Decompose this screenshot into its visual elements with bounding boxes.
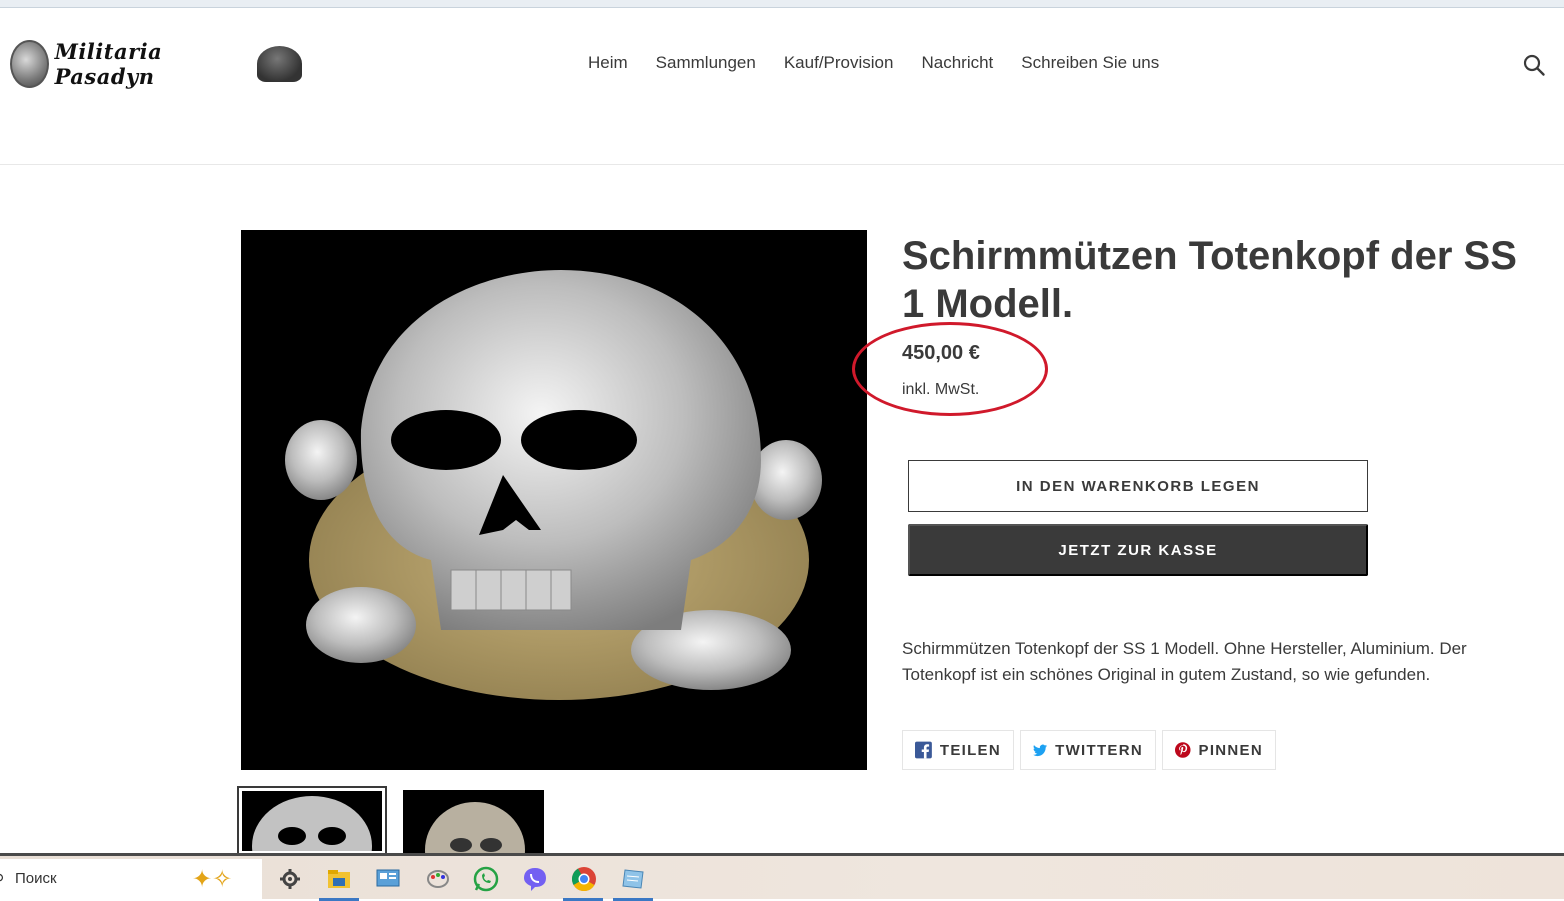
file-explorer-icon[interactable] <box>325 865 353 893</box>
twitter-icon <box>1033 744 1048 756</box>
thumbnail-skull-side-image <box>425 802 525 856</box>
share-facebook-button[interactable]: TEILEN <box>902 730 1014 770</box>
browser-top-strip <box>0 0 1564 8</box>
logo-helmet-icon <box>256 46 302 82</box>
share-twitter-label: TWITTERN <box>1055 741 1143 759</box>
share-twitter-button[interactable]: TWITTERN <box>1020 730 1156 770</box>
add-to-cart-button[interactable]: IN DEN WARENKORB LEGEN <box>908 460 1368 512</box>
annotation-circle <box>852 322 1048 416</box>
settings-icon[interactable] <box>276 865 304 893</box>
os-taskbar: ⚲ Поиск ✦✧ <box>0 853 1564 901</box>
share-pinterest-label: PINNEN <box>1198 741 1263 759</box>
product-thumbnail-1[interactable] <box>237 786 387 856</box>
nav-item-schreiben-sie-uns[interactable]: Schreiben Sie uns <box>1021 53 1159 73</box>
product-thumbnail-2[interactable] <box>403 790 544 856</box>
nav-item-sammlungen[interactable]: Sammlungen <box>656 53 756 73</box>
whatsapp-icon[interactable] <box>472 865 500 893</box>
share-facebook-label: TEILEN <box>939 741 1001 759</box>
facebook-icon <box>915 741 932 759</box>
taskbar-search-box[interactable]: ⚲ Поиск ✦✧ <box>0 859 262 899</box>
search-icon: ⚲ <box>0 871 4 888</box>
site-logo[interactable]: Militaria Pasadyn <box>10 39 302 89</box>
notes-icon[interactable] <box>619 865 647 893</box>
nav-item-kauf-provision[interactable]: Kauf/Provision <box>784 53 894 73</box>
product-description: Schirmmützen Totenkopf der SS 1 Modell. … <box>902 639 1467 684</box>
nav-item-heim[interactable]: Heim <box>588 53 628 73</box>
pinterest-icon <box>1175 742 1191 758</box>
paint-icon[interactable] <box>424 865 452 893</box>
share-pinterest-button[interactable]: PINNEN <box>1162 730 1276 770</box>
nav-item-nachricht[interactable]: Nachricht <box>921 53 993 73</box>
logo-medal-icon <box>10 40 49 88</box>
sparkle-icon: ✦✧ <box>192 866 233 893</box>
product-main-image[interactable] <box>241 230 867 770</box>
product-title: Schirmmützen Totenkopf der SS 1 Modell. <box>902 234 1517 326</box>
taskbar-search-label: Поиск <box>15 870 57 887</box>
viber-icon[interactable] <box>521 865 549 893</box>
thumbnail-skull-front-image <box>252 796 372 851</box>
skull-badge-image <box>285 270 822 700</box>
search-icon[interactable] <box>1522 53 1546 77</box>
chrome-icon[interactable] <box>570 865 598 893</box>
logo-text: Militaria Pasadyn <box>54 39 163 89</box>
main-nav: Heim Sammlungen Kauf/Provision Nachricht… <box>588 53 1159 73</box>
control-panel-icon[interactable] <box>374 865 402 893</box>
buy-now-button[interactable]: JETZT ZUR KASSE <box>908 524 1368 576</box>
site-header: Militaria Pasadyn Heim Sammlungen Kauf/P… <box>0 9 1564 165</box>
